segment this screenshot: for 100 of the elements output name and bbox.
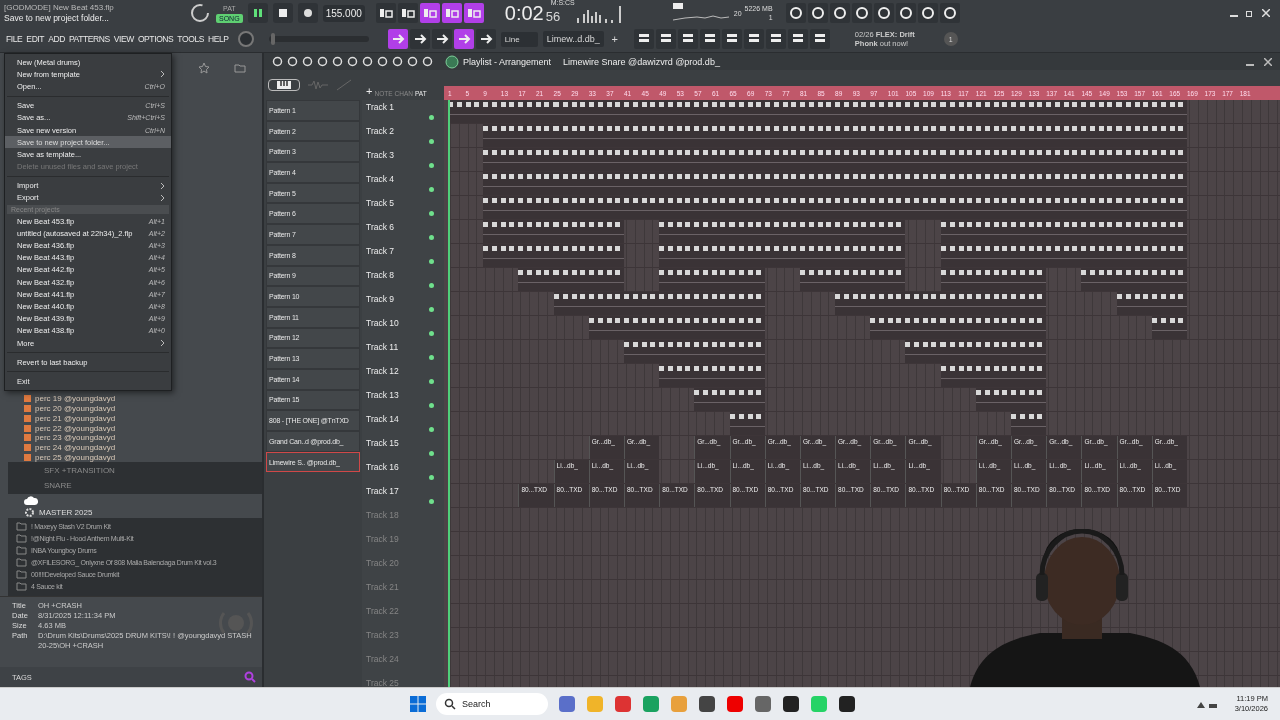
app-icon[interactable]	[782, 695, 800, 713]
pattern-clip-strip[interactable]	[1151, 244, 1187, 267]
toolbar-toggle[interactable]	[441, 3, 462, 23]
pattern-clip-strip[interactable]	[588, 316, 624, 339]
window-button[interactable]	[677, 29, 698, 49]
pattern-clip-strip[interactable]	[1011, 340, 1047, 363]
browser-folder[interactable]: SNARE	[44, 481, 262, 491]
pattern-clip-strip[interactable]	[553, 292, 589, 315]
track-enabled-led[interactable]	[429, 139, 434, 144]
pattern-clip-strip[interactable]	[1116, 292, 1152, 315]
pattern-clip-strip[interactable]	[729, 388, 765, 411]
pattern-clip-strip[interactable]	[1011, 388, 1047, 411]
toolbar-button[interactable]	[807, 3, 828, 23]
pattern-clip-strip[interactable]	[659, 220, 695, 243]
browser-item[interactable]: perc 19 @youngdavyd	[35, 394, 116, 404]
browser-item[interactable]: perc 25 @youngdavyd	[35, 452, 116, 462]
slider-thumb[interactable]	[270, 33, 275, 45]
add-pattern-button[interactable]: +	[608, 33, 621, 45]
pattern-clip-strip[interactable]	[1011, 412, 1047, 435]
pattern-clip-strip[interactable]	[870, 316, 906, 339]
window-button[interactable]	[655, 29, 676, 49]
pattern-clip-strip[interactable]	[623, 340, 660, 363]
knob-icon[interactable]	[189, 2, 211, 24]
browser-item[interactable]: perc 21 @youngdavyd	[35, 413, 116, 423]
toolbar-toggle[interactable]	[387, 29, 408, 49]
tool-icon[interactable]	[392, 56, 403, 67]
window-button[interactable]	[633, 29, 654, 49]
track-enabled-led[interactable]	[429, 235, 434, 240]
pattern-clip-strip[interactable]	[483, 148, 519, 171]
folder-icon[interactable]	[234, 62, 246, 74]
toolbar-button[interactable]	[785, 3, 806, 23]
track-enabled-led[interactable]	[429, 403, 434, 408]
toolbar-toggle[interactable]	[475, 29, 496, 49]
tool-icon[interactable]	[422, 56, 433, 67]
pattern-clip-strip[interactable]	[1151, 220, 1187, 243]
menu-item[interactable]: TOOLS	[175, 34, 207, 44]
window-button[interactable]	[765, 29, 786, 49]
pattern-clip-strip[interactable]	[870, 220, 906, 243]
tool-icon[interactable]	[362, 56, 373, 67]
tool-icon[interactable]	[332, 56, 343, 67]
track-enabled-led[interactable]	[429, 475, 434, 480]
window-button[interactable]	[809, 29, 830, 49]
pattern-clip-strip[interactable]	[659, 268, 695, 291]
record-button[interactable]	[297, 3, 318, 23]
window-button[interactable]	[721, 29, 742, 49]
track-enabled-led[interactable]	[429, 427, 434, 432]
pattern-clip-strip[interactable]	[729, 292, 765, 315]
track-enabled-led[interactable]	[429, 379, 434, 384]
track-enabled-led[interactable]	[429, 259, 434, 264]
restore-button[interactable]	[1246, 9, 1254, 17]
pattern-clip-strip[interactable]	[940, 220, 976, 243]
pattern-clip-strip[interactable]	[940, 268, 976, 291]
track-enabled-led[interactable]	[429, 283, 434, 288]
track-enabled-led[interactable]	[429, 163, 434, 168]
pattern-clip-strip[interactable]	[1011, 292, 1047, 315]
tempo-display[interactable]: 155.000	[322, 4, 365, 22]
pattern-clip-strip[interactable]	[588, 244, 624, 267]
pattern-clip-strip[interactable]	[1151, 172, 1187, 195]
pattern-clip-strip[interactable]	[1011, 364, 1047, 387]
pattern-clip-strip[interactable]	[905, 340, 941, 363]
browser-folder[interactable]: MASTER 2025	[39, 507, 93, 517]
knob-icon[interactable]	[235, 29, 256, 49]
pattern-clip-strip[interactable]	[483, 196, 519, 219]
track-enabled-led[interactable]	[429, 355, 434, 360]
pattern-clip-strip[interactable]	[448, 100, 484, 123]
close-button[interactable]	[1262, 9, 1270, 17]
window-button[interactable]	[743, 29, 764, 49]
browser-item[interactable]: perc 24 @youngdavyd	[35, 442, 116, 452]
tool-icon[interactable]	[407, 56, 418, 67]
track-enabled-led[interactable]	[429, 115, 434, 120]
pattern-clip-strip[interactable]	[518, 268, 554, 291]
pattern-clip-strip[interactable]	[694, 388, 730, 411]
track-enabled-led[interactable]	[429, 331, 434, 336]
tool-icon[interactable]	[317, 56, 328, 67]
toolbar-toggle[interactable]	[463, 3, 484, 23]
pattern-clip-strip[interactable]	[659, 244, 695, 267]
app-icon[interactable]	[698, 695, 716, 713]
toolbar-toggle[interactable]	[419, 3, 440, 23]
tool-icon[interactable]	[272, 56, 283, 67]
cloud-icon[interactable]	[24, 496, 38, 506]
pattern-clip-strip[interactable]	[835, 292, 871, 315]
menu-item[interactable]: VIEW	[111, 34, 136, 44]
pattern-clip-strip[interactable]	[1011, 268, 1047, 291]
pattern-clip-strip[interactable]	[588, 268, 624, 291]
pattern-clip-strip[interactable]	[483, 124, 519, 147]
pattern-clip-strip[interactable]	[729, 412, 765, 435]
pattern-clip-strip[interactable]	[975, 388, 1011, 411]
pattern-clip-strip[interactable]	[729, 268, 765, 291]
pattern-clip-strip[interactable]	[1151, 124, 1187, 147]
track-enabled-led[interactable]	[429, 307, 434, 312]
stop-button[interactable]	[272, 3, 293, 23]
toolbar-toggle[interactable]	[431, 29, 452, 49]
toolbar-toggle[interactable]	[397, 3, 418, 23]
pattern-clip-strip[interactable]	[1151, 268, 1187, 291]
toolbar-button[interactable]	[895, 3, 916, 23]
tool-icon[interactable]	[377, 56, 388, 67]
pattern-clip-strip[interactable]	[1151, 316, 1187, 339]
pattern-clip-strip[interactable]	[729, 364, 765, 387]
window-button[interactable]	[699, 29, 720, 49]
pattern-clip-strip[interactable]	[588, 220, 624, 243]
